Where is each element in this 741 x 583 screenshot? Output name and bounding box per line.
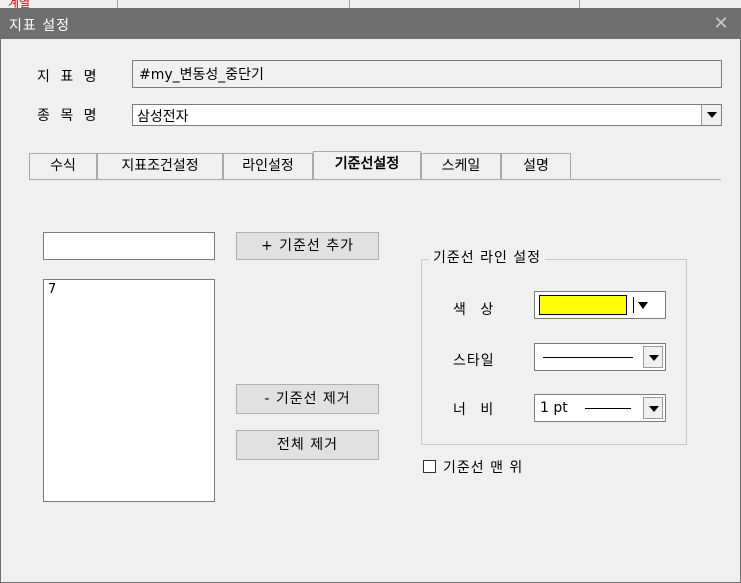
close-icon[interactable]: ✕ (710, 13, 732, 35)
baseline-on-top-checkbox[interactable] (423, 460, 436, 473)
remove-baseline-button[interactable]: - 기준선 제거 (236, 384, 379, 414)
tab-formula[interactable]: 수식 (29, 153, 97, 179)
color-swatch (539, 295, 627, 315)
dialog-title: 지표 설정 (9, 18, 70, 34)
line-width-value: 1 pt (540, 400, 568, 416)
tab-indicator-conditions[interactable]: 지표조건설정 (97, 153, 223, 179)
baseline-on-top-label[interactable]: 기준선 맨 위 (443, 457, 523, 477)
line-style-sample (543, 357, 633, 358)
tab-line-settings[interactable]: 라인설정 (223, 153, 313, 179)
stock-name-value: 삼성전자 (137, 109, 189, 125)
group-title: 기준선 라인 설정 (429, 247, 546, 267)
list-item[interactable]: 7 (48, 282, 56, 297)
chevron-down-icon[interactable] (638, 302, 648, 309)
line-width-sample (585, 408, 631, 409)
indicator-name-value: #my_변동성_중단기 (139, 67, 264, 83)
line-width-select[interactable]: 1 pt (534, 394, 666, 422)
style-label: 스타일 (453, 353, 495, 369)
tab-baseline-settings[interactable]: 기준선설정 (313, 151, 421, 179)
stock-name-label: 종 목 명 (37, 108, 100, 124)
remove-all-button[interactable]: 전체 제거 (236, 430, 379, 460)
indicator-name-field: #my_변동성_중단기 (132, 60, 722, 88)
baseline-value-input[interactable] (43, 232, 215, 260)
stock-name-select[interactable]: 삼성전자 (132, 104, 722, 126)
indicator-name-label: 지 표 명 (37, 69, 100, 85)
chevron-down-icon[interactable] (643, 397, 663, 419)
width-label: 너 비 (453, 402, 499, 418)
baseline-listbox[interactable]: 7 (43, 279, 215, 502)
color-label: 색 상 (453, 302, 499, 318)
chevron-down-icon[interactable] (701, 105, 721, 125)
indicator-settings-dialog: 지표 설정 ✕ 지 표 명 #my_변동성_중단기 종 목 명 삼성전자 수식 … (0, 8, 741, 583)
tab-divider (29, 179, 721, 180)
combo-separator (633, 297, 634, 313)
add-baseline-button[interactable]: + 기준선 추가 (236, 232, 379, 260)
chevron-down-icon[interactable] (643, 346, 663, 368)
color-picker[interactable] (534, 291, 666, 319)
line-style-select[interactable] (534, 343, 666, 371)
tab-scale[interactable]: 스케일 (421, 153, 501, 179)
dialog-titlebar[interactable]: 지표 설정 ✕ (1, 9, 740, 39)
tab-description[interactable]: 설명 (501, 153, 571, 179)
